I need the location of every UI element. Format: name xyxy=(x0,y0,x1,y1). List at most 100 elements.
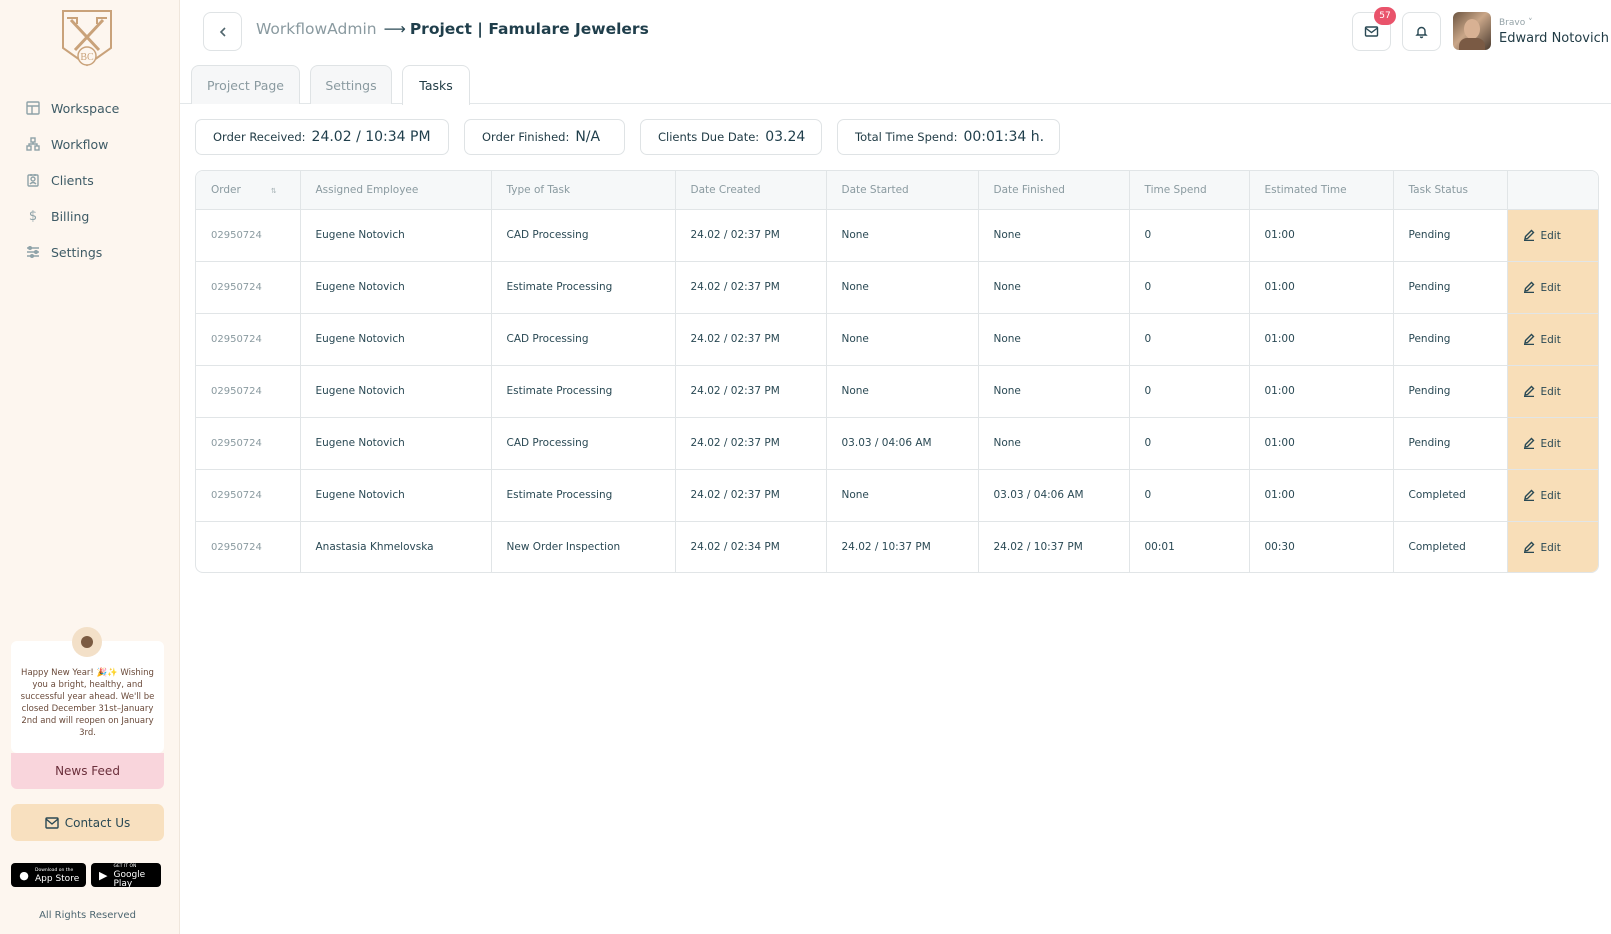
date-created-cell: 24.02 / 02:37 PM xyxy=(675,417,827,470)
dollar-icon: $ xyxy=(28,208,38,224)
task-status-cell: Pending xyxy=(1393,365,1508,418)
date-finished-cell: 03.03 / 04:06 AM xyxy=(978,469,1130,522)
pencil-icon xyxy=(1523,229,1534,241)
news-feed-button[interactable]: News Feed xyxy=(11,753,164,789)
edit-label: Edit xyxy=(1540,333,1561,346)
task-status-cell: Pending xyxy=(1393,261,1508,314)
tab-settings[interactable]: Settings xyxy=(310,65,392,104)
employee-cell: Eugene Notovich xyxy=(300,365,492,418)
sliders-icon xyxy=(27,246,39,258)
tasks-table: Order ⇅ Assigned Employee Type of Task Da… xyxy=(195,170,1599,573)
pencil-icon xyxy=(1523,489,1534,501)
time-spend-value: 00:01:34 h. xyxy=(963,129,1045,145)
date-started-cell: None xyxy=(826,469,979,522)
pencil-icon xyxy=(1523,281,1534,293)
column-header-date-created: Date Created xyxy=(675,171,827,210)
due-date-value: 03.24 xyxy=(765,129,806,145)
edit-button[interactable]: Edit xyxy=(1507,469,1598,522)
column-header-date-finished: Date Finished xyxy=(978,171,1130,210)
time-spend-cell: 0 xyxy=(1129,313,1250,366)
tab-tasks[interactable]: Tasks xyxy=(402,65,470,105)
back-button[interactable] xyxy=(203,12,242,51)
column-header-assigned-employee: Assigned Employee xyxy=(300,171,492,210)
column-header-estimated-time: Estimated Time xyxy=(1249,171,1394,210)
employee-cell: Eugene Notovich xyxy=(300,209,492,262)
sidebar-item-billing[interactable]: $ Billing xyxy=(0,198,180,234)
estimated-time-cell: 01:00 xyxy=(1249,469,1394,522)
date-finished-cell: None xyxy=(978,209,1130,262)
sidebar-item-settings[interactable]: Settings xyxy=(0,234,180,270)
edit-label: Edit xyxy=(1540,385,1561,398)
time-spend-cell: 0 xyxy=(1129,469,1250,522)
edit-label: Edit xyxy=(1540,437,1561,450)
estimated-time-cell: 00:30 xyxy=(1249,521,1394,572)
employee-cell: Eugene Notovich xyxy=(300,261,492,314)
sidebar-item-workflow[interactable]: Workflow xyxy=(0,126,180,162)
date-started-cell: None xyxy=(826,313,979,366)
task-type-cell: Estimate Processing xyxy=(491,365,676,418)
tabs-divider xyxy=(180,103,1611,104)
copyright-text: All Rights Reserved xyxy=(39,910,136,921)
employee-cell: Eugene Notovich xyxy=(300,469,492,522)
sidebar-item-label: Workspace xyxy=(51,100,120,116)
google-play-badge[interactable]: ▶ GET IT ON Google Play xyxy=(91,863,161,888)
edit-button[interactable]: Edit xyxy=(1507,365,1598,418)
edit-button[interactable]: Edit xyxy=(1507,521,1598,572)
notifications-button[interactable] xyxy=(1402,12,1441,51)
date-created-cell: 24.02 / 02:37 PM xyxy=(675,261,827,314)
order-cell: 02950724 xyxy=(196,417,301,470)
edit-button[interactable]: Edit xyxy=(1507,209,1598,262)
breadcrumb-arrow: ⟶ xyxy=(383,20,406,38)
user-role-dropdown[interactable]: Bravo ˅ xyxy=(1499,18,1533,28)
breadcrumb-root[interactable]: WorkflowAdmin xyxy=(256,20,377,38)
date-started-cell: None xyxy=(826,365,979,418)
column-header-task-status: Task Status xyxy=(1393,171,1508,210)
contact-us-button[interactable]: Contact Us xyxy=(11,804,164,841)
app-store-badge[interactable]: ● Download on the App Store xyxy=(11,863,86,887)
edit-button[interactable]: Edit xyxy=(1507,261,1598,314)
table-row: 02950724 Eugene Notovich Estimate Processi… xyxy=(196,365,1598,418)
sidebar: BC Workspace Workflow Clients $ Billing … xyxy=(0,0,180,934)
edit-label: Edit xyxy=(1540,281,1561,294)
task-type-cell: CAD Processing xyxy=(491,417,676,470)
user-name: Edward Notovich xyxy=(1499,31,1609,46)
employee-cell: Eugene Notovich xyxy=(300,417,492,470)
date-finished-cell: 24.02 / 10:37 PM xyxy=(978,521,1130,572)
logo-text: BC xyxy=(80,52,94,63)
edit-button[interactable]: Edit xyxy=(1507,313,1598,366)
edit-label: Edit xyxy=(1540,229,1561,242)
pencil-icon xyxy=(1523,541,1534,553)
task-type-cell: CAD Processing xyxy=(491,209,676,262)
time-spend-cell: 0 xyxy=(1129,365,1250,418)
task-type-cell: CAD Processing xyxy=(491,313,676,366)
estimated-time-cell: 01:00 xyxy=(1249,209,1394,262)
task-status-cell: Pending xyxy=(1393,313,1508,366)
task-status-cell: Pending xyxy=(1393,417,1508,470)
sidebar-item-workspace[interactable]: Workspace xyxy=(0,90,180,126)
tab-project-page[interactable]: Project Page xyxy=(191,65,300,104)
sidebar-item-label: Workflow xyxy=(51,136,109,152)
task-type-cell: Estimate Processing xyxy=(491,261,676,314)
task-status-cell: Pending xyxy=(1393,209,1508,262)
column-header-date-started: Date Started xyxy=(826,171,979,210)
workflow-icon xyxy=(26,137,40,151)
chevron-left-icon xyxy=(219,26,226,37)
sidebar-item-clients[interactable]: Clients xyxy=(0,162,180,198)
date-started-cell: 03.03 / 04:06 AM xyxy=(826,417,979,470)
edit-button[interactable]: Edit xyxy=(1507,417,1598,470)
avatar[interactable] xyxy=(1453,12,1491,50)
edit-label: Edit xyxy=(1540,489,1561,502)
task-type-cell: New Order Inspection xyxy=(491,521,676,572)
table-row: 02950724 Eugene Notovich CAD Processing 24.… xyxy=(196,209,1598,262)
sort-icon[interactable]: ⇅ xyxy=(271,187,277,195)
estimated-time-cell: 01:00 xyxy=(1249,313,1394,366)
order-received-value: 24.02 / 10:34 PM xyxy=(311,129,431,145)
order-cell: 02950724 xyxy=(196,521,301,572)
order-cell: 02950724 xyxy=(196,469,301,522)
date-created-cell: 24.02 / 02:37 PM xyxy=(675,469,827,522)
company-logo[interactable]: BC xyxy=(59,8,115,68)
column-header-order[interactable]: Order ⇅ xyxy=(196,171,301,210)
column-header-time-spend: Time Spend xyxy=(1129,171,1250,210)
news-avatar xyxy=(72,627,102,657)
order-cell: 02950724 xyxy=(196,209,301,262)
